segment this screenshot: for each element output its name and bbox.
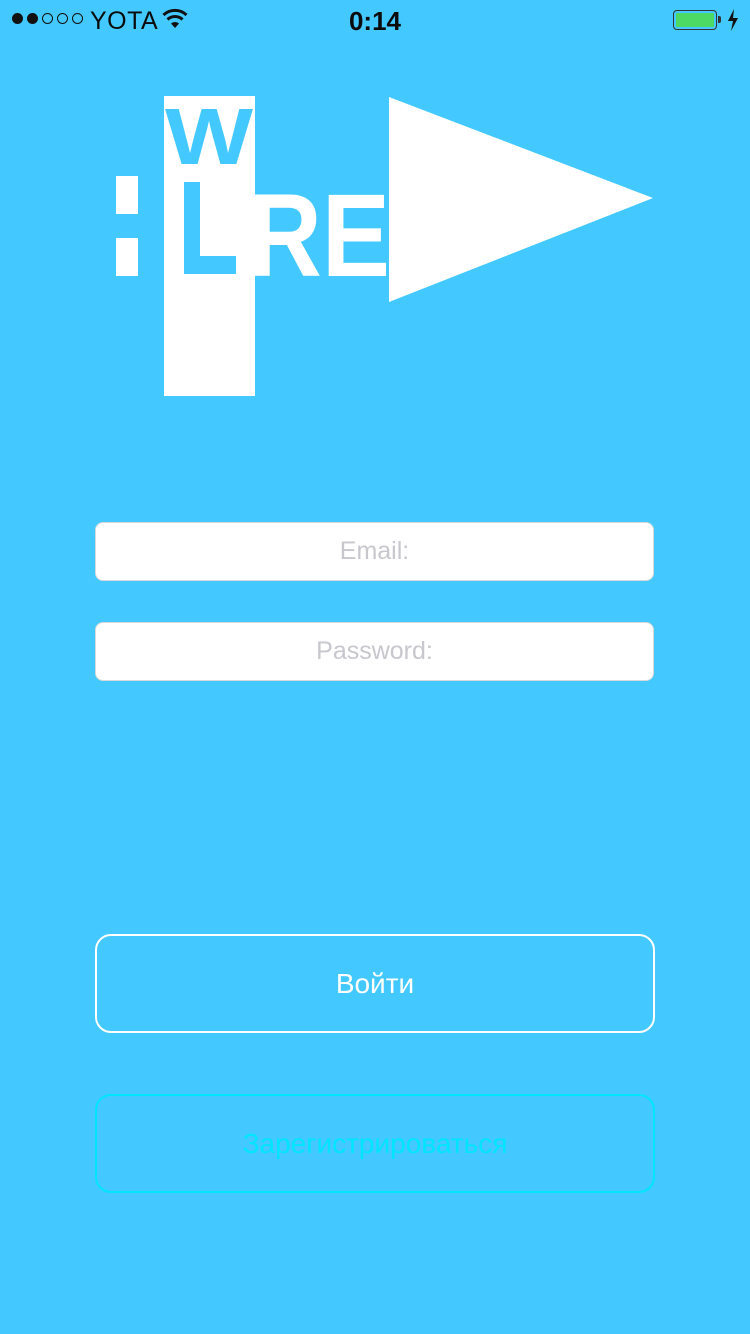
status-bar: YOTA 0:14	[0, 0, 750, 40]
play-triangle-icon	[389, 97, 653, 302]
battery-nub	[718, 16, 721, 23]
logo-mark	[116, 238, 138, 276]
charging-icon	[728, 9, 738, 31]
register-button[interactable]: Зарегистрироваться	[95, 1094, 655, 1193]
logo-letter-w: W	[165, 92, 254, 181]
login-button[interactable]: Войти	[95, 934, 655, 1033]
logo-word: ERE	[180, 170, 390, 302]
battery-icon	[673, 10, 721, 30]
logo-mark	[116, 176, 138, 214]
logo-cut	[184, 256, 236, 274]
battery-level	[676, 13, 714, 27]
app-logo: W ERE	[116, 92, 653, 396]
email-field[interactable]	[95, 522, 654, 581]
password-field[interactable]	[95, 622, 654, 681]
clock: 0:14	[348, 6, 402, 36]
